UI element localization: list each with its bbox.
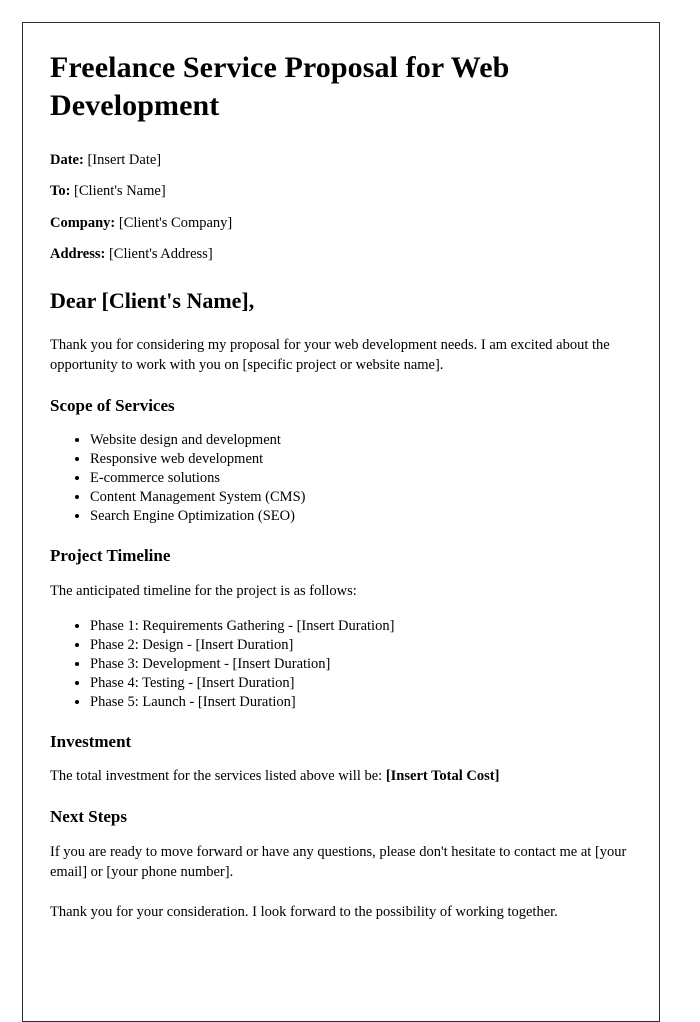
list-item: Responsive web development xyxy=(90,450,631,468)
document-body: Freelance Service Proposal for Web Devel… xyxy=(23,23,659,922)
metadata-value-address: [Client's Address] xyxy=(108,246,213,263)
list-item: Phase 5: Launch - [Insert Duration] xyxy=(90,693,631,711)
list-item: Phase 3: Development - [Insert Duration] xyxy=(90,655,631,673)
list-item: Phase 2: Design - [Insert Duration] xyxy=(90,636,631,654)
metadata-label-to: To: xyxy=(50,183,71,200)
metadata-row-date: Date: [Insert Date] xyxy=(50,151,631,171)
list-item: Search Engine Optimization (SEO) xyxy=(90,507,631,525)
metadata-row-to: To: [Client's Name] xyxy=(50,182,631,202)
investment-cost-placeholder: [Insert Total Cost] xyxy=(385,768,500,785)
metadata-row-company: Company: [Client's Company] xyxy=(50,214,631,234)
metadata-label-company: Company: xyxy=(50,214,116,231)
metadata-row-address: Address: [Client's Address] xyxy=(50,245,631,265)
investment-paragraph: The total investment for the services li… xyxy=(50,766,631,786)
list-item: Phase 1: Requirements Gathering - [Inser… xyxy=(90,617,631,635)
metadata-label-address: Address: xyxy=(50,246,106,263)
investment-lead-text: The total investment for the services li… xyxy=(50,768,386,785)
metadata-value-to: [Client's Name] xyxy=(74,183,166,200)
document-page: Freelance Service Proposal for Web Devel… xyxy=(22,22,660,1022)
project-timeline-list: Phase 1: Requirements Gathering - [Inser… xyxy=(50,617,631,712)
salutation: Dear [Client's Name], xyxy=(50,287,255,313)
metadata-label-date: Date: xyxy=(50,151,84,168)
section-heading-scope: Scope of Services xyxy=(50,396,175,416)
list-item: E-commerce solutions xyxy=(90,469,631,487)
section-heading-timeline: Project Timeline xyxy=(50,546,171,566)
metadata-value-company: [Client's Company] xyxy=(118,214,233,231)
list-item: Website design and development xyxy=(90,431,631,449)
page-title: Freelance Service Proposal for Web Devel… xyxy=(50,51,510,122)
proposal-metadata: Date: [Insert Date] To: [Client's Name] … xyxy=(50,151,631,265)
list-item: Content Management System (CMS) xyxy=(90,488,631,506)
timeline-intro-paragraph: The anticipated timeline for the project… xyxy=(50,582,357,599)
next-steps-paragraph: If you are ready to move forward or have… xyxy=(50,843,627,880)
section-heading-investment: Investment xyxy=(50,732,132,752)
section-heading-next-steps: Next Steps xyxy=(50,807,127,827)
scope-of-services-list: Website design and development Responsiv… xyxy=(50,431,631,526)
closing-paragraph: Thank you for your consideration. I look… xyxy=(50,903,558,920)
metadata-value-date: [Insert Date] xyxy=(87,151,162,168)
list-item: Phase 4: Testing - [Insert Duration] xyxy=(90,674,631,692)
intro-paragraph: Thank you for considering my proposal fo… xyxy=(50,337,610,374)
